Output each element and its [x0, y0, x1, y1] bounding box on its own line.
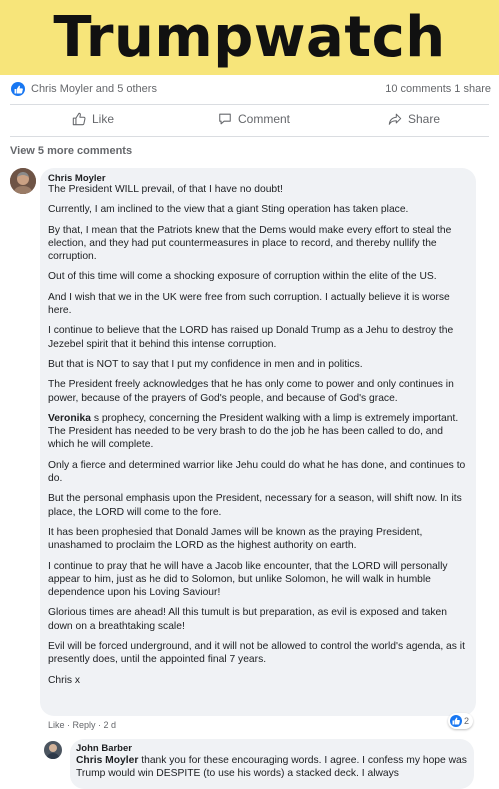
- reply-author[interactable]: John Barber: [76, 743, 132, 754]
- like-label: Like: [92, 112, 115, 126]
- comment-paragraph: Only a fierce and determined warrior lik…: [48, 459, 466, 485]
- banner-title: Trumpwatch: [53, 4, 446, 70]
- comment-paragraph: But the personal emphasis upon the Presi…: [48, 493, 462, 518]
- comment-paragraph: Out of this time will come a shocking ex…: [48, 271, 437, 283]
- comment-meta[interactable]: Like · Reply · 2 d: [48, 720, 116, 730]
- comment-paragraph: Currently, I am inclined to the view tha…: [48, 204, 409, 216]
- avatar[interactable]: [10, 168, 36, 194]
- avatar[interactable]: [44, 741, 62, 759]
- comment-paragraph: Veronika s prophecy, concerning the Pres…: [48, 412, 468, 452]
- view-more-comments-link[interactable]: View 5 more comments: [10, 145, 132, 157]
- share-label: Share: [408, 112, 441, 126]
- mention-tag[interactable]: Veronika: [48, 413, 91, 424]
- reaction-count[interactable]: 2: [448, 713, 474, 729]
- banner: Trumpwatch: [0, 0, 499, 75]
- comment-paragraph: I continue to pray that he will have a J…: [48, 560, 448, 599]
- reaction-count-value: 2: [464, 716, 470, 726]
- comment-paragraph: But that is NOT to say that I put my con…: [48, 358, 363, 370]
- comment-paragraph: I continue to believe that the LORD has …: [48, 325, 454, 350]
- mention-tag[interactable]: Chris Moyler: [76, 755, 138, 766]
- comment-paragraph: Chris x: [48, 674, 81, 686]
- comment-paragraph-text: s prophecy, concerning the President wal…: [48, 412, 459, 451]
- post-stats: Chris Moyler and 5 others 10 comments 1 …: [0, 78, 499, 100]
- share-button[interactable]: Share: [388, 112, 440, 126]
- comment-paragraph: By that, I mean that the Patriots knew t…: [48, 224, 452, 263]
- comment-text: The President WILL prevail, of that I ha…: [48, 183, 468, 694]
- comment-paragraph: The President freely acknowledges that h…: [48, 379, 454, 404]
- thumbs-up-icon: [72, 112, 86, 126]
- like-button[interactable]: Like: [72, 112, 114, 126]
- comment-bubble: Chris Moyler The President WILL prevail,…: [40, 168, 476, 716]
- comment-label: Comment: [238, 112, 291, 126]
- comment-paragraph: And I wish that we in the UK were free f…: [48, 291, 450, 317]
- comment-paragraph: It has been prophesied that Donald James…: [48, 526, 423, 552]
- comment-paragraph: Glorious times are ahead! All this tumul…: [48, 607, 447, 632]
- like-reaction-icon: [11, 82, 25, 96]
- reactors-link[interactable]: Chris Moyler and 5 others: [31, 83, 157, 95]
- reply-text: Chris Moyler thank you for these encoura…: [76, 754, 472, 781]
- comment-paragraph: The President WILL prevail, of that I ha…: [48, 184, 283, 195]
- comment-icon: [219, 113, 231, 125]
- comment-button[interactable]: Comment: [218, 112, 290, 126]
- divider: [10, 136, 489, 137]
- share-icon: [388, 113, 402, 125]
- comment-share-counts[interactable]: 10 comments 1 share: [385, 83, 491, 95]
- like-reaction-icon: [450, 715, 462, 727]
- action-bar: Like Comment Share: [0, 109, 499, 133]
- divider: [10, 104, 489, 105]
- comment-paragraph: Evil will be forced underground, and it …: [48, 641, 465, 666]
